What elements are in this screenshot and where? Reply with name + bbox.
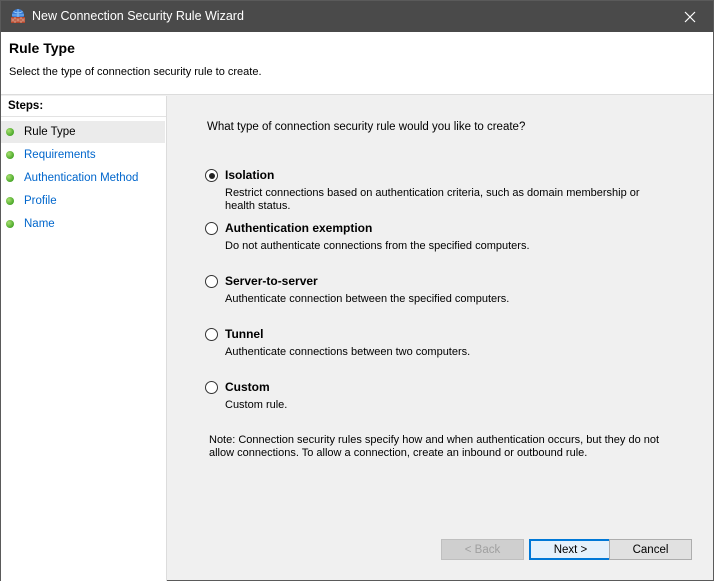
step-status-icon — [6, 128, 14, 136]
option-description: Authenticate connection between the spec… — [225, 293, 510, 305]
option-label[interactable]: Authentication exemption — [225, 221, 372, 235]
step-requirements[interactable]: Requirements — [1, 144, 165, 166]
step-authentication-method[interactable]: Authentication Method — [1, 167, 165, 189]
step-label: Profile — [24, 195, 57, 207]
next-button[interactable]: Next > — [529, 539, 612, 560]
wizard-header: Rule Type Select the type of connection … — [1, 32, 713, 95]
rule-note: Note: Connection security rules specify … — [209, 434, 660, 459]
option-label[interactable]: Server-to-server — [225, 274, 318, 288]
step-status-icon — [6, 220, 14, 228]
authentication-exemption-radio[interactable] — [205, 222, 218, 235]
cancel-button[interactable]: Cancel — [609, 539, 692, 560]
step-label: Rule Type — [24, 126, 76, 138]
window-title: New Connection Security Rule Wizard — [32, 9, 244, 23]
option-description: Restrict connections based on authentica… — [225, 187, 640, 212]
step-status-icon — [6, 174, 14, 182]
step-name[interactable]: Name — [1, 213, 165, 235]
option-description: Do not authenticate connections from the… — [225, 240, 530, 252]
step-status-icon — [6, 197, 14, 205]
close-button[interactable] — [667, 1, 713, 32]
tunnel-radio[interactable] — [205, 328, 218, 341]
option-description: Authenticate connections between two com… — [225, 346, 471, 358]
step-label: Requirements — [24, 149, 96, 161]
step-profile[interactable]: Profile — [1, 190, 165, 212]
rule-type-question: What type of connection security rule wo… — [207, 121, 526, 133]
custom-radio[interactable] — [205, 381, 218, 394]
step-label: Authentication Method — [24, 172, 139, 184]
option-label[interactable]: Tunnel — [225, 327, 263, 341]
option-label[interactable]: Isolation — [225, 168, 274, 182]
firewall-icon — [10, 8, 26, 24]
step-status-icon — [6, 151, 14, 159]
steps-title: Steps: — [8, 100, 44, 112]
wizard-window: New Connection Security Rule Wizard Rule… — [0, 0, 714, 581]
title-bar[interactable]: New Connection Security Rule Wizard — [1, 1, 713, 32]
isolation-radio[interactable] — [205, 169, 218, 182]
back-button[interactable]: < Back — [441, 539, 524, 560]
option-label[interactable]: Custom — [225, 380, 270, 394]
step-label: Name — [24, 218, 55, 230]
step-rule-type[interactable]: Rule Type — [1, 121, 165, 143]
close-icon — [684, 11, 696, 22]
wizard-content: What type of connection security rule wo… — [168, 96, 713, 581]
server-to-server-radio[interactable] — [205, 275, 218, 288]
page-subtitle: Select the type of connection security r… — [9, 66, 262, 78]
option-description: Custom rule. — [225, 399, 288, 411]
steps-sidebar: Steps: Rule Type Requirements Authentica… — [1, 96, 167, 581]
page-title: Rule Type — [9, 40, 75, 56]
steps-divider — [1, 116, 166, 117]
